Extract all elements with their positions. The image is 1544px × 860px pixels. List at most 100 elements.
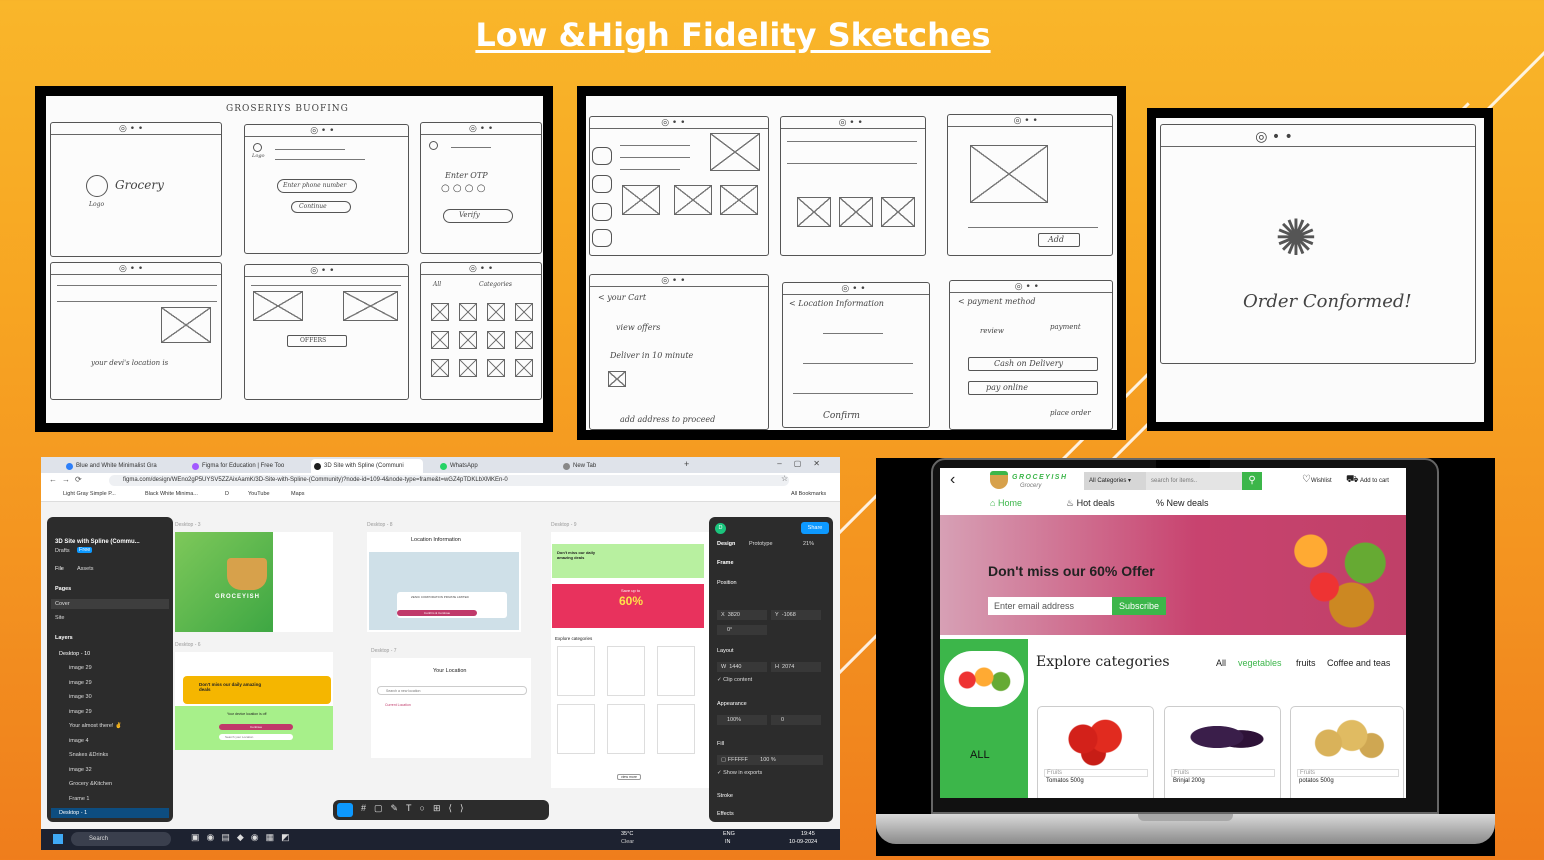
share-button[interactable]: Share — [801, 522, 829, 534]
y-field[interactable]: Y -1068 — [771, 610, 821, 620]
product-card[interactable]: Fruits potatos 500g — [1290, 706, 1404, 798]
nav-hot-deals[interactable]: ♨ Hot deals — [1066, 498, 1115, 509]
layer-item-selected[interactable]: Desktop - 1 — [51, 808, 169, 818]
pages-header: Pages — [55, 586, 72, 592]
fill-section: Fill — [717, 741, 725, 747]
email-input[interactable]: Enter email address — [988, 597, 1112, 615]
frame-save: Save up to — [621, 588, 641, 593]
wishlist-link[interactable]: ♡Wishlist — [1302, 474, 1332, 485]
search-button[interactable]: ⚲ — [1242, 472, 1262, 490]
language[interactable]: ENG — [723, 831, 735, 837]
prototype-tab[interactable]: Prototype — [749, 541, 773, 547]
bookmark[interactable]: Black White Minima... — [145, 491, 198, 497]
browser-tab[interactable]: Figma for Education | Free Too — [189, 459, 301, 473]
new-tab-icon[interactable]: + — [684, 459, 689, 469]
opacity-field[interactable]: 100% — [717, 715, 767, 725]
product-name: Brinjal 200g — [1173, 778, 1205, 784]
taskbar-search[interactable]: Search — [71, 832, 171, 846]
drafts-label: Drafts — [55, 548, 70, 554]
browser-tab-active[interactable]: 3D Site with Spline (Communi — [311, 459, 423, 473]
star-icon[interactable]: ☆ — [781, 474, 788, 483]
browser-tab[interactable]: Blue and White Minimalist Gra — [63, 459, 175, 473]
all-bookmarks[interactable]: All Bookmarks — [791, 491, 826, 497]
design-tab[interactable]: Design — [717, 541, 735, 547]
layer-item[interactable]: Desktop - 10 — [59, 651, 90, 657]
sketch-continue: Continue — [299, 203, 327, 210]
layer-item[interactable]: Your almost there! ✌ — [69, 723, 122, 729]
browser-tab[interactable]: WhatsApp — [437, 459, 537, 473]
product-card[interactable]: Fruits Tomatos 500g — [1037, 706, 1154, 798]
bookmark[interactable]: YouTube — [248, 491, 270, 497]
cart-link[interactable]: ⛟ Add to cart — [1346, 474, 1389, 487]
low-fidelity-sketch-2: ◎ • • ◎ • • ◎ • • Add ◎ • • < your Cart … — [577, 86, 1126, 440]
frame-label: Desktop - 9 — [551, 522, 577, 528]
language-region[interactable]: IN — [725, 839, 731, 845]
back-arrow-icon[interactable]: ‹ — [950, 471, 955, 489]
frame-desktop-6[interactable]: Don't miss our daily amazing deals Your … — [175, 652, 333, 750]
avatar[interactable]: D — [715, 523, 726, 534]
filter-fruits[interactable]: fruits — [1296, 658, 1316, 668]
window-controls[interactable]: –▢✕ — [777, 459, 832, 468]
layer-item[interactable]: Snakes &Drinks — [69, 752, 108, 758]
nav-new-deals[interactable]: % New deals — [1156, 498, 1209, 508]
grocery-app-screen: ‹ GROCEYISH Grocery All Categories ▾ sea… — [940, 468, 1406, 798]
clock-time[interactable]: 19:45 — [801, 831, 815, 837]
layer-item[interactable]: image 32 — [69, 767, 92, 773]
page-item-cover[interactable]: Cover — [51, 599, 169, 609]
show-exports-checkbox[interactable]: ✓ Show in exports — [717, 770, 762, 776]
layer-item[interactable]: Frame 1 — [69, 796, 89, 802]
product-card[interactable]: Fruits Brinjal 200g — [1164, 706, 1281, 798]
bookmark[interactable]: D — [225, 491, 229, 497]
file-name[interactable]: 3D Site with Spline (Commu... — [55, 539, 140, 545]
subscribe-button[interactable]: Subscribe — [1112, 597, 1166, 615]
move-tool-icon[interactable] — [337, 803, 353, 817]
sketch-location-info: < Location Information — [789, 299, 884, 308]
search-input[interactable]: search for items.. — [1146, 472, 1242, 490]
clip-content-checkbox[interactable]: ✓ Clip content — [717, 677, 752, 683]
windows-taskbar: Search ▣◉▤◆◉▦◩ 35°C Clear ENG IN 19:45 1… — [41, 829, 840, 850]
filter-coffee[interactable]: Coffee and teas — [1327, 658, 1390, 668]
fill-field[interactable]: ▢ FFFFFF 100 % — [717, 755, 823, 765]
weather-status: Clear — [621, 839, 635, 845]
frame-desktop-3[interactable]: GROCEYISH — [175, 532, 333, 632]
layer-item[interactable]: image 29 — [69, 680, 92, 686]
x-field[interactable]: X 3820 — [717, 610, 767, 620]
toolbar-icons[interactable]: #▢✎T○⊞⟨⟩ — [361, 803, 472, 814]
figma-toolbar[interactable]: #▢✎T○⊞⟨⟩ — [333, 800, 549, 820]
layer-item[interactable]: Grocery &Kitchen — [69, 781, 112, 787]
explore-heading: Explore categories — [1036, 654, 1170, 670]
frame-desktop-7[interactable]: Your Location Search a new location Curr… — [371, 658, 531, 758]
w-field[interactable]: W 1440 — [717, 662, 767, 672]
category-dropdown[interactable]: All Categories ▾ — [1084, 472, 1146, 490]
all-category-tile[interactable]: ALL — [940, 639, 1028, 798]
sketch-review: review — [980, 327, 1004, 335]
clock-date[interactable]: 10-09-2024 — [789, 839, 817, 845]
bookmark[interactable]: Light Gray Simple P... — [63, 491, 116, 497]
radius-field[interactable]: 0 — [771, 715, 821, 725]
rotation-field[interactable]: 0° — [717, 625, 767, 635]
layer-item[interactable]: image 4 — [69, 738, 89, 744]
nav-home[interactable]: ⌂ Home — [990, 498, 1022, 508]
mixed-produce-image — [944, 651, 1024, 707]
layer-item[interactable]: image 29 — [69, 665, 92, 671]
sketch-payment: < payment method — [958, 297, 1036, 306]
address-bar[interactable]: figma.com/design/WEno2gP5UYSV5ZZAixAamK/… — [109, 475, 789, 486]
frame-desktop-9[interactable]: Don't miss our daily amazing deals Save … — [551, 532, 709, 788]
filter-vegetables[interactable]: vegetables — [1238, 658, 1282, 668]
h-field[interactable]: H 2074 — [771, 662, 821, 672]
frame-desktop-8[interactable]: Location Information ZENIC CORPORATION P… — [367, 532, 521, 632]
taskbar-apps[interactable]: ▣◉▤◆◉▦◩ — [191, 832, 297, 843]
sketch-add: Add — [1048, 235, 1065, 244]
bookmark[interactable]: Maps — [291, 491, 304, 497]
windows-start-icon[interactable] — [53, 834, 63, 844]
layer-item[interactable]: image 30 — [69, 694, 92, 700]
file-tab[interactable]: File — [55, 566, 64, 572]
page-item-site[interactable]: Site — [55, 615, 64, 621]
layer-item[interactable]: image 29 — [69, 709, 92, 715]
sketch-place-order: place order — [1050, 409, 1091, 417]
filter-all[interactable]: All — [1216, 658, 1226, 668]
zoom-level[interactable]: 21% — [803, 541, 814, 547]
nav-icons[interactable]: ←→⟳ — [49, 475, 87, 484]
browser-tab[interactable]: New Tab — [560, 459, 660, 473]
assets-tab[interactable]: Assets — [77, 566, 94, 572]
